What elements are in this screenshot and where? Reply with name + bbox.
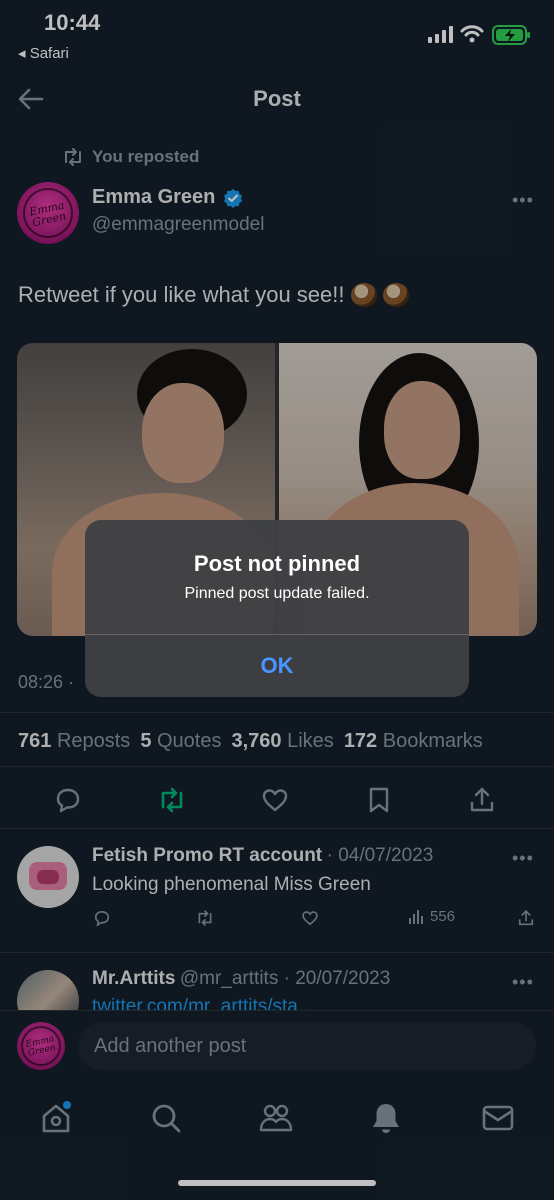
alert-ok-button[interactable]: OK <box>85 635 469 697</box>
alert-dialog: Post not pinned Pinned post update faile… <box>85 520 469 697</box>
alert-message: Pinned post update failed. <box>184 585 370 602</box>
alert-title: Post not pinned <box>193 551 361 576</box>
